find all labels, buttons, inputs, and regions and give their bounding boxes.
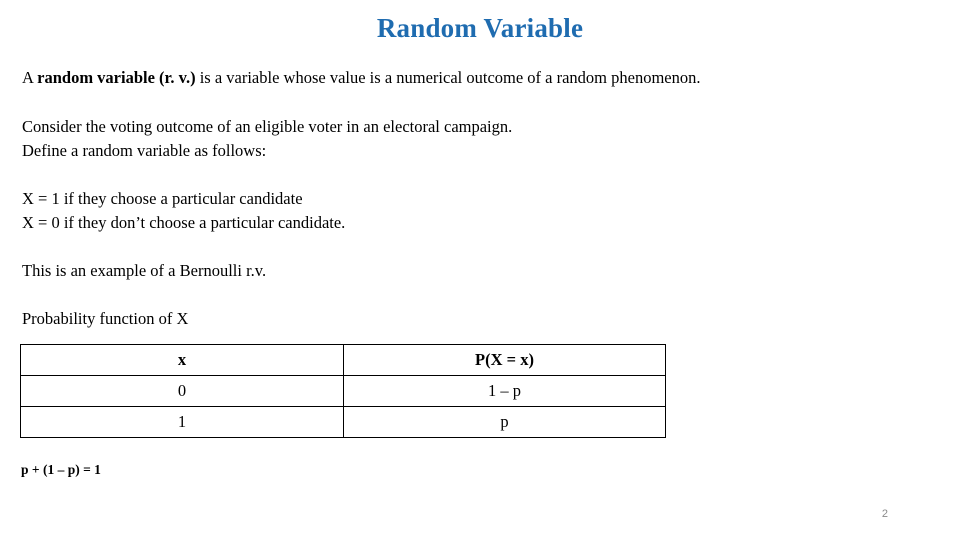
x-value-line-1: X = 1 if they choose a particular candid… — [22, 189, 303, 208]
definition-rest: is a variable whose value is a numerical… — [195, 68, 701, 87]
definition-bold-term: random variable (r. v.) — [37, 68, 196, 87]
probability-function-label: Probability function of X — [22, 307, 188, 331]
x-value-line-2: X = 0 if they don’t choose a particular … — [22, 213, 346, 232]
paragraph-definition: A random variable (r. v.) is a variable … — [22, 66, 701, 90]
footer-formula: p + (1 – p) = 1 — [21, 462, 101, 477]
table-header-probability: P(X = x) — [343, 344, 666, 376]
consider-line-1: Consider the voting outcome of an eligib… — [22, 117, 513, 136]
table-header-row: x P(X = x) — [20, 344, 666, 376]
pf-label-line: Probability function of X — [22, 309, 189, 328]
paragraph-consider: Consider the voting outcome of an eligib… — [22, 115, 512, 163]
table-cell-x-1: 1 — [20, 406, 344, 438]
probability-function-table: x P(X = x) 0 1 – p 1 p — [20, 344, 666, 438]
page-title: Random Variable — [376, 13, 584, 43]
table-cell-prob-1: p — [343, 406, 666, 438]
paragraph-bernoulli: This is an example of a Bernoulli r.v. — [22, 259, 266, 283]
definition-line: A random variable (r. v.) is a variable … — [22, 66, 701, 90]
slide-canvas: Random Variable A random variable (r. v.… — [0, 0, 960, 540]
bernoulli-line: This is an example of a Bernoulli r.v. — [22, 261, 267, 280]
table-cell-x-0: 0 — [20, 375, 344, 407]
paragraph-x-values: X = 1 if they choose a particular candid… — [22, 187, 345, 235]
definition-lead: A — [22, 68, 38, 87]
table-cell-prob-0: 1 – p — [343, 375, 666, 407]
page-number: 2 — [881, 508, 888, 520]
table-row: 0 1 – p — [20, 375, 666, 407]
table-header-x: x — [20, 344, 344, 376]
consider-line-2: Define a random variable as follows: — [22, 141, 267, 160]
table-row: 1 p — [20, 406, 666, 438]
